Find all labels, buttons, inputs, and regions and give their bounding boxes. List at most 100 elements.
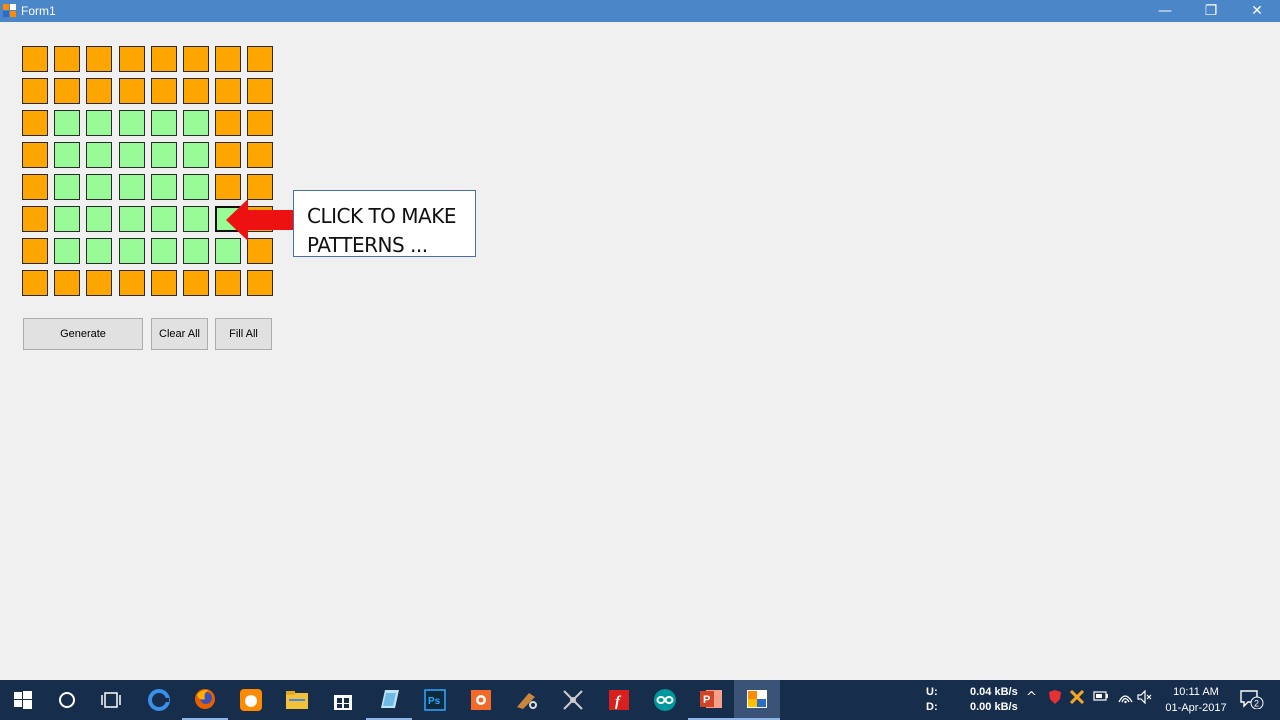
grid-cell-4-4[interactable] — [150, 174, 177, 200]
cortana-icon[interactable] — [44, 680, 90, 720]
app-network-icon[interactable] — [550, 680, 596, 720]
grid-cell-6-6[interactable] — [215, 238, 242, 264]
app-tray-x-icon[interactable] — [1069, 689, 1085, 708]
grid-cell-3-4[interactable] — [150, 142, 177, 168]
grid-cell-4-3[interactable] — [118, 174, 145, 200]
grid-cell-0-4[interactable] — [150, 46, 177, 72]
grid-cell-7-2[interactable] — [86, 270, 113, 296]
grid-cell-6-4[interactable] — [150, 238, 177, 264]
grid-cell-2-2[interactable] — [86, 110, 113, 136]
close-button[interactable]: ✕ — [1234, 0, 1280, 22]
grid-cell-4-6[interactable] — [215, 174, 242, 200]
antivirus-shield-icon[interactable] — [1048, 690, 1062, 708]
grid-cell-1-2[interactable] — [86, 78, 113, 104]
grid-cell-4-0[interactable] — [22, 174, 48, 200]
grid-cell-0-1[interactable] — [54, 46, 81, 72]
grid-cell-7-6[interactable] — [215, 270, 242, 296]
grid-cell-4-1[interactable] — [54, 174, 81, 200]
svg-text:Ps: Ps — [428, 696, 441, 707]
grid-cell-7-4[interactable] — [150, 270, 177, 296]
grid-cell-6-1[interactable] — [54, 238, 81, 264]
grid-cell-3-3[interactable] — [118, 142, 145, 168]
grid-cell-5-0[interactable] — [22, 206, 48, 232]
app-orange-icon[interactable] — [458, 680, 504, 720]
title-bar: Form1 — ❐ ✕ — [0, 0, 1280, 22]
battery-icon[interactable] — [1093, 690, 1109, 706]
start-icon[interactable] — [0, 680, 46, 720]
arduino-icon[interactable] — [642, 680, 688, 720]
grid-cell-0-5[interactable] — [182, 46, 209, 72]
wifi-icon[interactable] — [1117, 690, 1133, 708]
firefox-icon[interactable] — [182, 680, 228, 720]
grid-cell-4-2[interactable] — [86, 174, 113, 200]
grid-cell-6-5[interactable] — [182, 238, 209, 264]
grid-cell-2-3[interactable] — [118, 110, 145, 136]
grid-cell-3-7[interactable] — [247, 142, 274, 168]
clock[interactable]: 10:11 AM 01-Apr-2017 — [1158, 684, 1234, 716]
grid-cell-3-1[interactable] — [54, 142, 81, 168]
grid-cell-4-7[interactable] — [247, 174, 274, 200]
volume-muted-icon[interactable] — [1137, 689, 1153, 708]
grid-cell-5-1[interactable] — [54, 206, 81, 232]
grid-cell-1-3[interactable] — [118, 78, 145, 104]
fill-all-button[interactable]: Fill All — [215, 318, 272, 350]
grid-cell-1-7[interactable] — [247, 78, 274, 104]
grid-cell-3-6[interactable] — [215, 142, 242, 168]
form-app-taskbar-icon[interactable] — [734, 680, 780, 720]
net-up-value: 0.04 kB/s — [970, 686, 1018, 698]
grid-cell-2-0[interactable] — [22, 110, 48, 136]
grid-cell-5-2[interactable] — [86, 206, 113, 232]
generate-button[interactable]: Generate — [23, 318, 143, 350]
grid-cell-5-3[interactable] — [118, 206, 145, 232]
grid-cell-6-0[interactable] — [22, 238, 48, 264]
form-app-icon — [3, 4, 17, 18]
app-red-f-icon[interactable]: f — [596, 680, 642, 720]
grid-cell-1-5[interactable] — [182, 78, 209, 104]
grid-cell-5-5[interactable] — [182, 206, 209, 232]
grid-cell-7-3[interactable] — [118, 270, 145, 296]
grid-cell-7-7[interactable] — [247, 270, 274, 296]
grid-cell-3-2[interactable] — [86, 142, 113, 168]
grid-cell-2-5[interactable] — [182, 110, 209, 136]
minimize-button[interactable]: — — [1142, 0, 1188, 22]
edge-icon[interactable] — [136, 680, 182, 720]
grid-cell-6-7[interactable] — [247, 238, 274, 264]
grid-cell-0-3[interactable] — [118, 46, 145, 72]
chevron-up-icon[interactable]: ^ — [1026, 690, 1037, 705]
grid-cell-1-4[interactable] — [150, 78, 177, 104]
grid-cell-2-4[interactable] — [150, 110, 177, 136]
grid-cell-0-6[interactable] — [215, 46, 242, 72]
grid-cell-2-6[interactable] — [215, 110, 242, 136]
file-explorer-icon[interactable] — [274, 680, 320, 720]
grid-cell-2-1[interactable] — [54, 110, 81, 136]
grid-cell-0-0[interactable] — [22, 46, 48, 72]
grid-cell-1-1[interactable] — [54, 78, 81, 104]
grid-cell-2-7[interactable] — [247, 110, 274, 136]
grid-cell-7-5[interactable] — [182, 270, 209, 296]
grid-cell-6-2[interactable] — [86, 238, 113, 264]
restore-button[interactable]: ❐ — [1188, 0, 1234, 22]
app-tool-icon[interactable] — [504, 680, 550, 720]
uc-browser-icon[interactable] — [228, 680, 274, 720]
notepad-icon[interactable] — [366, 680, 412, 720]
grid-cell-3-0[interactable] — [22, 142, 48, 168]
grid-cell-7-0[interactable] — [22, 270, 48, 296]
grid-cell-1-0[interactable] — [22, 78, 48, 104]
powerpoint-icon[interactable]: P — [688, 680, 734, 720]
grid-cell-3-5[interactable] — [182, 142, 209, 168]
clear-all-button[interactable]: Clear All — [151, 318, 208, 350]
grid-cell-5-4[interactable] — [150, 206, 177, 232]
photoshop-icon[interactable]: Ps — [412, 680, 458, 720]
pattern-grid — [22, 46, 274, 296]
grid-cell-1-6[interactable] — [215, 78, 242, 104]
grid-cell-0-7[interactable] — [247, 46, 274, 72]
net-down-value: 0.00 kB/s — [970, 701, 1018, 713]
grid-cell-6-3[interactable] — [118, 238, 145, 264]
grid-cell-4-5[interactable] — [182, 174, 209, 200]
grid-cell-7-1[interactable] — [54, 270, 81, 296]
grid-cell-0-2[interactable] — [86, 46, 113, 72]
clock-date: 01-Apr-2017 — [1165, 702, 1227, 714]
store-icon[interactable] — [320, 680, 366, 720]
notifications-icon[interactable]: 2 — [1240, 689, 1264, 713]
task-view-icon[interactable] — [88, 680, 134, 720]
